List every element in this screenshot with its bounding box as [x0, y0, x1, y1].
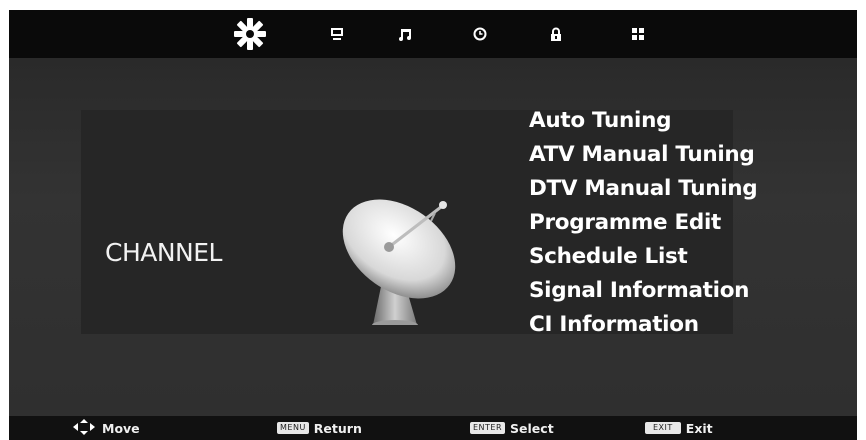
- tab-picture-settings[interactable]: [232, 16, 268, 52]
- tab-time[interactable]: [462, 16, 498, 52]
- exit-key-badge: EXIT: [645, 422, 681, 434]
- dpad-arrows-icon: [71, 418, 97, 438]
- menu-item-schedule-list[interactable]: Schedule List: [529, 242, 757, 276]
- grid-icon: [631, 27, 645, 41]
- monitor-icon: [330, 27, 344, 41]
- section-title: CHANNEL: [105, 238, 222, 267]
- picture-settings-icon: [233, 17, 267, 51]
- hint-return-label: Return: [313, 420, 362, 436]
- hint-move-label: Move: [102, 420, 140, 436]
- clock-icon: [473, 27, 487, 41]
- hint-exit-label: Exit: [685, 420, 713, 436]
- hint-select: ENTER Select: [470, 419, 554, 437]
- tv-screen: CHANNEL Auto Tuning ATV Manual Tuning DT…: [9, 10, 857, 440]
- menu-item-atv-manual-tuning[interactable]: ATV Manual Tuning: [529, 140, 757, 174]
- menu-item-ci-information[interactable]: CI Information: [529, 310, 757, 344]
- hint-exit: EXIT Exit: [645, 419, 713, 437]
- tab-picture[interactable]: [319, 16, 355, 52]
- hint-select-label: Select: [510, 420, 554, 436]
- menu-item-programme-edit[interactable]: Programme Edit: [529, 208, 757, 242]
- top-tab-bar: [9, 10, 857, 58]
- satellite-dish-icon: [331, 185, 471, 330]
- enter-key-badge: ENTER: [470, 422, 506, 434]
- menu-key-badge: MENU: [277, 422, 309, 434]
- tab-sound[interactable]: [387, 16, 423, 52]
- music-note-icon: [397, 27, 413, 41]
- menu-item-signal-information[interactable]: Signal Information: [529, 276, 757, 310]
- menu-item-auto-tuning[interactable]: Auto Tuning: [529, 106, 757, 140]
- tab-setup[interactable]: [620, 16, 656, 52]
- hint-move: Move: [71, 418, 140, 438]
- channel-menu: Auto Tuning ATV Manual Tuning DTV Manual…: [529, 106, 758, 344]
- tab-lock[interactable]: [538, 16, 574, 52]
- menu-item-dtv-manual-tuning[interactable]: DTV Manual Tuning: [529, 174, 758, 208]
- lock-icon: [549, 27, 563, 42]
- footer-hint-bar: Move MENU Return ENTER Select EXIT Exit: [9, 416, 857, 440]
- hint-return: MENU Return: [277, 419, 362, 437]
